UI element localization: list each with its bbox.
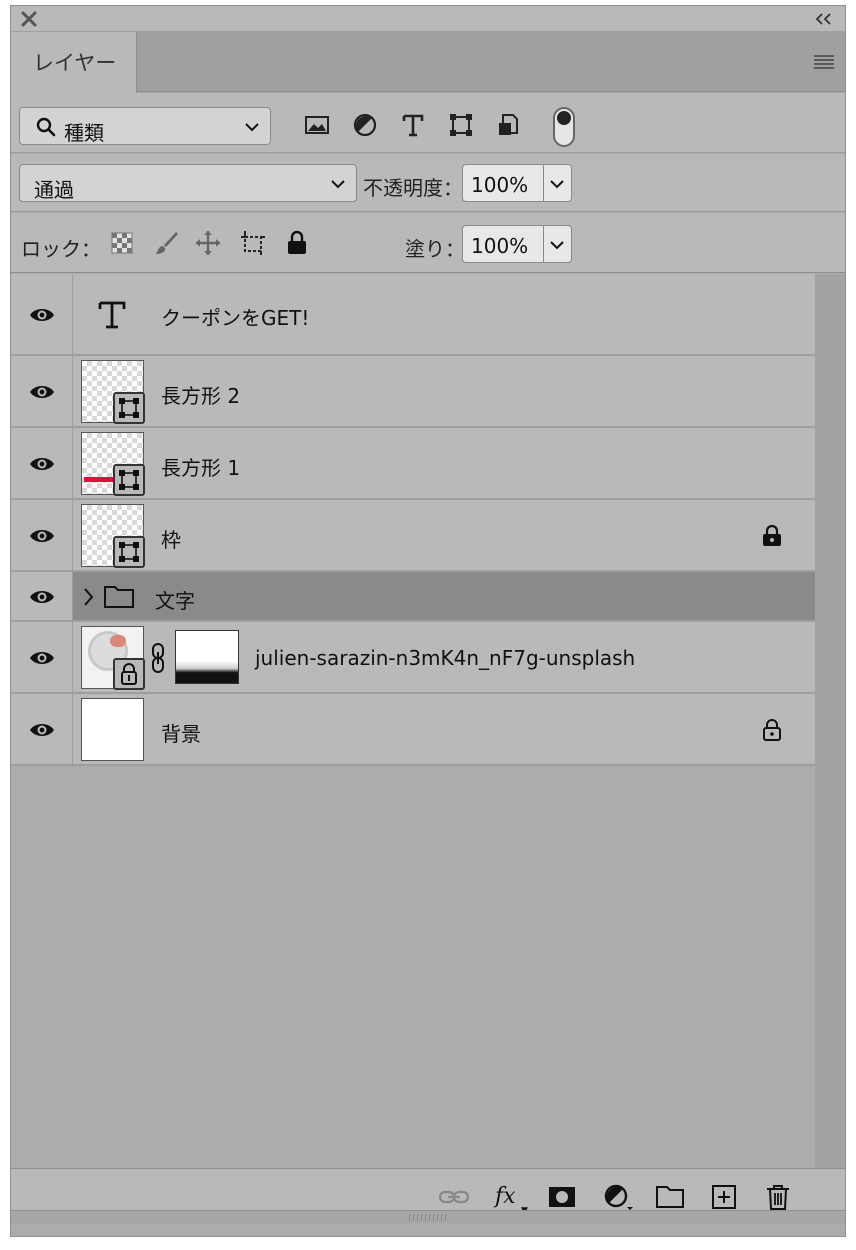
shape-filter-icon[interactable]: [447, 111, 475, 139]
layer-row[interactable]: 背景: [11, 694, 815, 766]
filter-row: 種類: [11, 93, 845, 153]
folder-icon: [104, 586, 134, 608]
visibility-eye-icon[interactable]: [28, 721, 56, 739]
thumbnail-red-bar: [84, 477, 114, 482]
layers-list: クーポンをGET! 長方形 2 長方形 1 枠 文字 julien-sarazi…: [11, 274, 815, 766]
fx-button[interactable]: fx ▼: [495, 1183, 528, 1216]
smart-object-filter-icon[interactable]: [495, 111, 523, 139]
layer-thumbnail: [81, 504, 145, 568]
fill-value: 100%: [471, 234, 529, 258]
layer-name: 長方形 1: [161, 456, 241, 480]
layer-name: 長方形 2: [161, 384, 241, 408]
layer-row[interactable]: クーポンをGET!: [11, 274, 815, 356]
panel-menu-icon[interactable]: [813, 54, 835, 70]
new-group-icon[interactable]: [655, 1183, 685, 1211]
lock-outline-icon[interactable]: [761, 718, 783, 742]
opacity-value: 100%: [471, 173, 529, 197]
blend-mode-value: 通過: [34, 178, 74, 202]
layer-name: julien-sarazin-n3mK4n_nF7g-unsplash: [255, 646, 636, 670]
layers-scrollbar[interactable]: [815, 274, 845, 1168]
chevron-down-icon[interactable]: [549, 175, 565, 193]
add-mask-icon[interactable]: [547, 1183, 577, 1211]
visibility-eye-icon[interactable]: [28, 306, 56, 324]
chevron-down-icon[interactable]: [549, 236, 565, 254]
layer-name: クーポンをGET!: [161, 306, 310, 330]
shape-layer-badge-icon: [113, 464, 145, 496]
adjustment-layer-icon[interactable]: [603, 1183, 633, 1211]
layer-row-selected[interactable]: 文字: [11, 572, 815, 622]
lock-paint-icon[interactable]: [152, 229, 180, 257]
chevron-down-icon: [331, 180, 345, 189]
fill-field[interactable]: 100%: [462, 225, 572, 263]
panel-footer: fx ▼: [11, 1168, 845, 1224]
layer-thumbnail: [81, 698, 144, 761]
layer-thumbnail: [81, 432, 145, 496]
close-icon[interactable]: [19, 9, 39, 29]
search-icon: [36, 117, 56, 137]
opacity-label: 不透明度：: [363, 176, 463, 200]
layer-mask-thumbnail[interactable]: [175, 630, 239, 684]
tab-layers[interactable]: レイヤー: [11, 32, 137, 93]
visibility-eye-icon[interactable]: [28, 527, 56, 545]
opacity-field[interactable]: 100%: [462, 164, 572, 202]
visibility-eye-icon[interactable]: [28, 455, 56, 473]
visibility-eye-icon[interactable]: [28, 649, 56, 667]
food-spot: [110, 635, 126, 647]
layer-row[interactable]: julien-sarazin-n3mK4n_nF7g-unsplash: [11, 622, 815, 694]
resize-grip[interactable]: [11, 1210, 845, 1224]
filter-toggle[interactable]: [553, 107, 575, 147]
layer-name: 枠: [161, 528, 181, 552]
layer-row[interactable]: 長方形 1: [11, 428, 815, 500]
filter-kind-label: 種類: [64, 121, 104, 145]
visibility-eye-icon[interactable]: [28, 588, 56, 606]
delete-icon[interactable]: [763, 1183, 793, 1211]
lock-label: ロック：: [21, 237, 101, 261]
layer-name: 文字: [155, 589, 195, 613]
collapse-icon[interactable]: [813, 10, 835, 28]
lock-row: ロック： 塗り： 100%: [11, 213, 845, 273]
layer-row[interactable]: 枠: [11, 500, 815, 572]
lock-position-icon[interactable]: [194, 229, 222, 257]
lock-icon[interactable]: [761, 524, 783, 548]
layer-row[interactable]: 長方形 2: [11, 356, 815, 428]
type-filter-icon[interactable]: [399, 111, 427, 139]
link-layers-icon[interactable]: [439, 1183, 469, 1211]
layers-panel: レイヤー 種類 通過 不透明度： 100% ロック： 塗り： 100% クーポン…: [10, 5, 846, 1237]
panel-titlebar: [11, 6, 845, 32]
image-filter-icon[interactable]: [303, 111, 331, 139]
blend-row: 通過 不透明度： 100%: [11, 154, 845, 212]
link-chain-icon[interactable]: [149, 642, 167, 674]
chevron-down-icon: [245, 123, 259, 132]
blend-mode-select[interactable]: 通過: [19, 164, 357, 202]
layer-thumbnail: [81, 360, 145, 424]
lock-transparent-icon[interactable]: [108, 229, 136, 257]
filter-toggle-knob: [557, 111, 571, 125]
expand-chevron-icon[interactable]: [81, 586, 95, 608]
tab-bar: レイヤー: [11, 32, 845, 93]
layer-name: 背景: [161, 722, 201, 746]
shape-layer-badge-icon: [113, 392, 145, 424]
text-layer-icon: [98, 301, 126, 329]
lock-artboard-icon[interactable]: [239, 229, 267, 257]
filter-kind-select[interactable]: 種類: [19, 107, 271, 145]
layer-thumbnail-photo: [81, 626, 145, 690]
visibility-eye-icon[interactable]: [28, 383, 56, 401]
fill-label: 塗り：: [405, 237, 465, 261]
shape-layer-badge-icon: [113, 536, 145, 568]
smart-object-badge-icon: [113, 658, 145, 690]
lock-all-icon[interactable]: [283, 229, 311, 257]
fx-label: fx: [495, 1184, 516, 1209]
adjustment-filter-icon[interactable]: [351, 111, 379, 139]
new-layer-icon[interactable]: [709, 1183, 739, 1211]
